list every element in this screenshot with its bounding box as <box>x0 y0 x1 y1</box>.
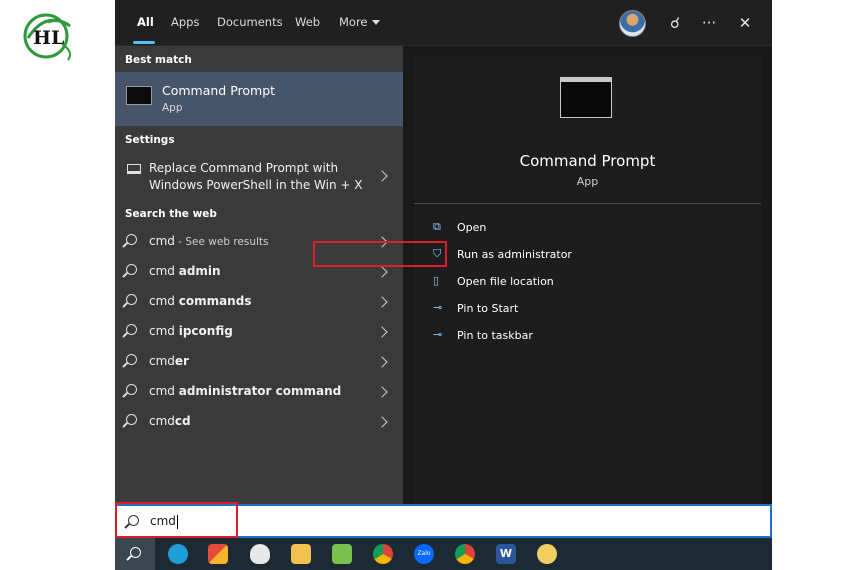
best-match-heading: Best match <box>125 54 192 66</box>
chevron-right-icon[interactable] <box>376 326 388 338</box>
command-prompt-icon <box>126 86 152 105</box>
active-tab-indicator <box>133 41 155 44</box>
search-icon <box>126 384 137 395</box>
tab-more-label: More <box>339 15 368 29</box>
word-icon[interactable]: W <box>496 544 516 564</box>
search-icon <box>126 264 137 275</box>
tab-all[interactable]: All <box>137 15 154 29</box>
action-label: Run as administrator <box>457 248 572 261</box>
screen: HL All Apps Documents Web More ☌ ··· ✕ B… <box>0 0 855 570</box>
web-result-text: cmd <box>149 414 175 428</box>
best-match-subtitle: App <box>162 102 183 114</box>
preview-title: Command Prompt <box>519 152 656 170</box>
action-label: Pin to taskbar <box>457 329 533 342</box>
preview-panel: Command Prompt App ⧉ Open ⛉ Run as admin… <box>403 46 772 504</box>
user-avatar[interactable] <box>619 10 646 37</box>
web-result-item[interactable]: cmdcd <box>115 407 403 437</box>
action-open[interactable]: ⧉ Open <box>414 216 761 240</box>
zalo-icon[interactable]: Zalo <box>414 544 434 564</box>
search-icon <box>126 324 137 335</box>
search-icon <box>130 547 141 558</box>
close-icon[interactable]: ✕ <box>733 11 757 35</box>
web-result-text: cmd <box>149 384 179 398</box>
best-match-item[interactable]: Command Prompt App <box>115 72 403 126</box>
setting-item-line2: Windows PowerShell in the Win + X <box>149 178 363 192</box>
chevron-right-icon[interactable] <box>376 170 388 182</box>
folder-location-icon: ▯ <box>433 274 440 287</box>
web-heading: Search the web <box>125 208 217 220</box>
search-icon <box>126 234 137 245</box>
highlight-box <box>313 241 447 267</box>
command-prompt-large-icon <box>560 77 612 118</box>
web-result-text: cmd <box>149 294 179 308</box>
feedback-icon[interactable]: ☌ <box>663 11 687 35</box>
preview-subtitle: App <box>576 175 599 188</box>
svg-text:HL: HL <box>33 27 64 49</box>
best-match-title: Command Prompt <box>162 83 276 98</box>
web-result-bold: commands <box>178 294 252 308</box>
web-result-bold: cd <box>174 414 191 428</box>
web-result-text: cmd <box>149 264 179 278</box>
taskbar: Zalo W <box>115 538 772 570</box>
web-result-bold: er <box>174 354 189 368</box>
action-run-as-administrator[interactable]: ⛉ Run as administrator <box>414 243 761 267</box>
paint-3d-icon[interactable] <box>537 544 557 564</box>
store-icon[interactable] <box>208 544 228 564</box>
taskbar-search-button[interactable] <box>115 538 155 570</box>
paint-icon[interactable] <box>250 544 270 564</box>
chevron-right-icon[interactable] <box>376 296 388 308</box>
tab-more[interactable]: More <box>339 15 380 29</box>
web-result-item[interactable]: cmder <box>115 347 403 377</box>
web-result-item[interactable]: cmd ipconfig <box>115 317 403 347</box>
settings-heading: Settings <box>125 134 175 146</box>
pin-icon: ⊸ <box>433 301 443 314</box>
divider <box>414 203 761 204</box>
web-result-bold: administrator command <box>178 384 342 398</box>
action-label: Open file location <box>457 275 554 288</box>
setting-item-replace-cmd[interactable]: Replace Command Prompt with Windows Powe… <box>115 154 403 200</box>
web-result-item[interactable]: cmd administrator command <box>115 377 403 407</box>
action-open-file-location[interactable]: ▯ Open file location <box>414 270 761 294</box>
preview-card: Command Prompt App ⧉ Open ⛉ Run as admin… <box>414 56 761 504</box>
caret-down-icon <box>371 20 380 25</box>
chrome-icon[interactable] <box>455 544 475 564</box>
chevron-right-icon[interactable] <box>376 386 388 398</box>
chevron-right-icon[interactable] <box>376 356 388 368</box>
web-result-item[interactable]: cmd commands <box>115 287 403 317</box>
action-pin-to-taskbar[interactable]: ⊸ Pin to taskbar <box>414 324 761 348</box>
edge-icon[interactable] <box>168 544 188 564</box>
chevron-right-icon[interactable] <box>376 416 388 428</box>
highlight-box <box>115 502 238 538</box>
web-result-text: cmd <box>149 324 179 338</box>
action-label: Open <box>457 221 487 234</box>
setting-item-line1: Replace Command Prompt with <box>149 161 339 175</box>
web-result-bold: admin <box>178 264 221 278</box>
results-panel: Best match Command Prompt App Settings R… <box>115 46 403 504</box>
chrome-icon[interactable] <box>373 544 393 564</box>
tab-web[interactable]: Web <box>295 15 320 29</box>
web-result-hint: - See web results <box>174 236 269 248</box>
settings-display-icon <box>127 164 141 174</box>
file-explorer-icon[interactable] <box>291 544 311 564</box>
tab-documents[interactable]: Documents <box>217 15 283 29</box>
action-label: Pin to Start <box>457 302 519 315</box>
search-icon <box>126 354 137 365</box>
action-pin-to-start[interactable]: ⊸ Pin to Start <box>414 297 761 321</box>
search-icon <box>126 294 137 305</box>
brand-logo: HL <box>18 8 82 74</box>
search-flyout: All Apps Documents Web More ☌ ··· ✕ Best… <box>115 0 772 537</box>
chevron-right-icon[interactable] <box>376 266 388 278</box>
web-result-bold: ipconfig <box>178 324 233 338</box>
web-result-text: cmd <box>149 234 175 248</box>
search-filter-bar: All Apps Documents Web More ☌ ··· ✕ <box>115 0 772 46</box>
tab-apps[interactable]: Apps <box>171 15 199 29</box>
more-options-icon[interactable]: ··· <box>697 11 721 35</box>
notepad-icon[interactable] <box>332 544 352 564</box>
open-icon: ⧉ <box>433 220 441 233</box>
dragon-logo-icon: HL <box>23 13 71 61</box>
web-result-text: cmd <box>149 354 175 368</box>
pin-icon: ⊸ <box>433 328 443 341</box>
search-icon <box>126 414 137 425</box>
